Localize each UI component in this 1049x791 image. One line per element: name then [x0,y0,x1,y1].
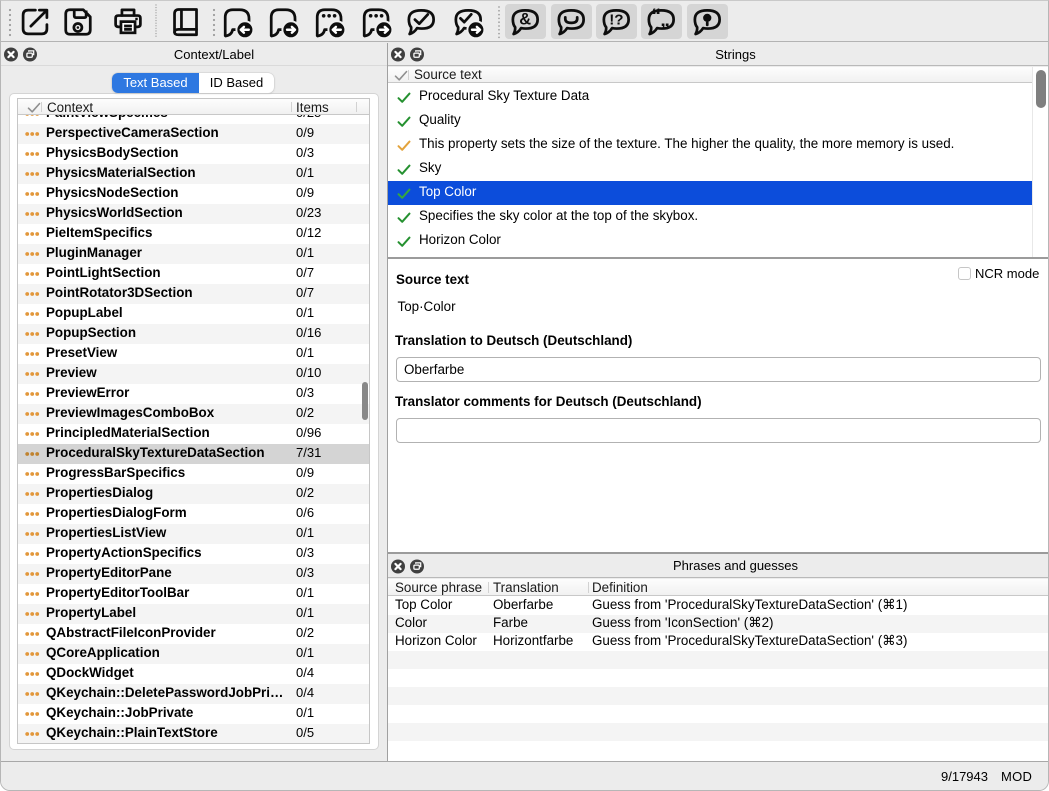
svg-text:„: „ [660,9,670,31]
svg-text:!?: !? [609,11,623,28]
svg-text:&: & [519,11,531,29]
